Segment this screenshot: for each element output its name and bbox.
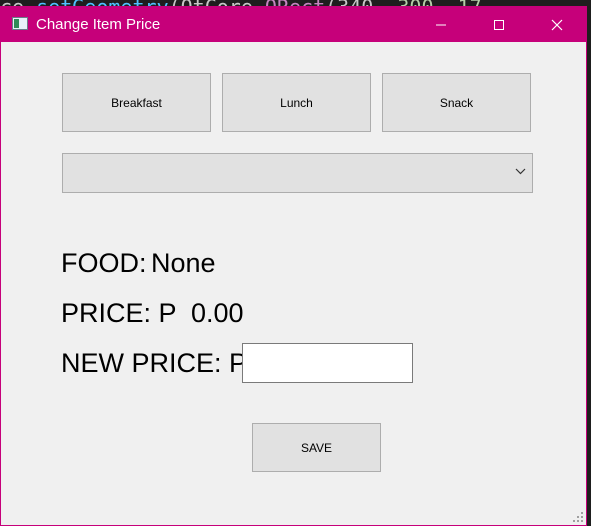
breakfast-button[interactable]: Breakfast: [62, 73, 211, 132]
food-value: None: [151, 248, 216, 278]
new-price-label: NEW PRICE: P: [61, 348, 248, 378]
resize-grip-icon[interactable]: [573, 512, 583, 522]
window-title: Change Item Price: [36, 16, 161, 33]
lunch-button[interactable]: Lunch: [222, 73, 371, 132]
snack-button[interactable]: Snack: [382, 73, 531, 132]
change-item-price-window: Change Item Price Breakfast Lunch Snack …: [0, 6, 587, 526]
title-bar[interactable]: Change Item Price: [1, 7, 586, 42]
app-window-icon: [12, 17, 28, 30]
price-value: 0.00: [191, 298, 244, 328]
maximize-button[interactable]: [470, 7, 528, 42]
chevron-down-icon: [515, 168, 526, 175]
food-label: FOOD:: [61, 248, 147, 278]
maximize-icon: [494, 19, 504, 30]
save-button[interactable]: SAVE: [252, 423, 381, 472]
price-label: PRICE: P: [61, 298, 177, 328]
minimize-button[interactable]: [412, 7, 470, 42]
item-select-dropdown[interactable]: [62, 153, 533, 193]
close-icon: [551, 19, 563, 30]
close-button[interactable]: [528, 7, 586, 42]
new-price-input[interactable]: [242, 343, 413, 383]
minimize-icon: [436, 24, 446, 25]
